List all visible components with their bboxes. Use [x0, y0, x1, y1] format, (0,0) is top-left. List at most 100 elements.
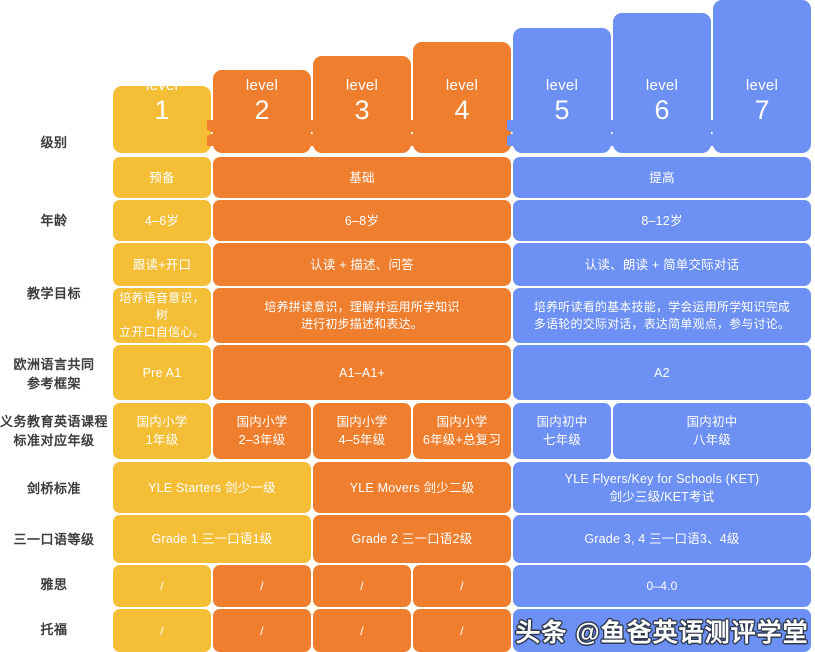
cell-cambridge-2: YLE Flyers/Key for Schools (KET) 剑少三级/KET… — [513, 462, 811, 513]
cell-text: / — [460, 579, 464, 593]
row-label-line: 标准对应年级 — [13, 433, 95, 448]
level-card-text: level 7 — [713, 77, 811, 125]
level-number: 6 — [654, 95, 670, 125]
cell-text-line1: 培养听读看的基本技能，学会运用所学知识完成 — [533, 299, 791, 314]
level-number: 3 — [354, 95, 370, 125]
cell-cefr-0: Pre A1 — [113, 345, 211, 400]
level-card-text: level 5 — [513, 77, 611, 125]
cell-text: A2 — [654, 365, 670, 380]
level-card-7[interactable]: level 7 — [713, 0, 811, 153]
cell-goal-long-0: 培养语音意识，树立开口自信心。 — [113, 288, 211, 343]
cell-text-line2: 剑少三级/KET考试 — [609, 489, 715, 504]
level-number: 1 — [154, 95, 170, 125]
cell-text: / — [460, 623, 464, 638]
row-label-ya-si: 雅思 — [0, 575, 108, 594]
cell-grade-0: 国内小学 1年级 — [113, 403, 211, 459]
cell-text-line2: 6年级+总复习 — [422, 433, 502, 447]
cell-grade-2: 国内小学 4–5年级 — [313, 403, 411, 459]
level-word: level — [245, 77, 279, 94]
chevron-connector-icon — [207, 120, 216, 146]
cell-text: Grade 3, 4 三一口语3、4级 — [584, 532, 740, 546]
cell-text-line1: 国内小学 — [136, 415, 188, 429]
level-card-text: level 6 — [613, 77, 711, 125]
cell-text-line1: 国内小学 — [336, 415, 388, 429]
level-number: 2 — [254, 95, 270, 125]
cell-text-line2: 进行初步描述和表达。 — [300, 316, 423, 331]
cell-ielts-4: 0–4.0 — [513, 565, 811, 607]
level-number: 5 — [554, 95, 570, 125]
level-card-3[interactable]: level 3 — [313, 56, 411, 153]
row-label-jiao-xue-mu-biao: 教学目标 — [0, 284, 108, 303]
cell-grade-3: 国内小学 6年级+总复习 — [413, 403, 511, 459]
chevron-connector-icon — [707, 120, 716, 146]
row-label-line: 义务教育英语课程 — [0, 414, 109, 429]
cell-toefl-0: / — [113, 609, 211, 652]
cell-text-line1: 培养语音意识，树 — [119, 291, 205, 322]
cell-cefr-1: A1–A1+ — [213, 345, 511, 400]
row-label-san-yi: 三一口语等级 — [0, 530, 108, 549]
row-label-yi-wu-1: 义务教育英语课程 标准对应年级 — [0, 412, 108, 450]
cell-goal-long-2: 培养听读看的基本技能，学会运用所学知识完成 多语轮的交际对话，表达简单观点，参与讨… — [513, 288, 811, 343]
level-card-6[interactable]: level 6 — [613, 13, 711, 153]
level-comparison-chart: 级别 年龄 教学目标 欧洲语言共同 参考框架 义务教育英语课程 标准对应年级 剑桥标准 三一口语… — [0, 0, 815, 652]
cell-text: 预备 — [149, 170, 175, 185]
row-label-line: 剑桥标准 — [26, 481, 81, 496]
chevron-connector-icon — [507, 120, 516, 146]
cell-goal-short-0: 跟读+开口 — [113, 243, 211, 286]
level-card-text: level 4 — [413, 77, 511, 125]
cell-text: 0–4.0 — [646, 579, 678, 593]
cell-cambridge-0: YLE Starters 剑少一级 — [113, 462, 311, 513]
cell-cefr-2: A2 — [513, 345, 811, 400]
cell-goal-short-1: 认读 + 描述、问答 — [213, 243, 511, 286]
cell-text: / — [260, 623, 264, 638]
cell-text-line2: 八年级 — [692, 433, 732, 447]
cell-text: / — [160, 623, 164, 638]
row-label-line: 级别 — [40, 135, 68, 150]
cell-ielts-1: / — [213, 565, 311, 607]
cell-ielts-2: / — [313, 565, 411, 607]
level-card-text: level 3 — [313, 77, 411, 125]
level-card-2[interactable]: level 2 — [213, 70, 311, 153]
cell-toefl-1: / — [213, 609, 311, 652]
cell-text: 认读 + 描述、问答 — [310, 257, 414, 272]
cell-text-line2: 多语轮的交际对话，表达简单观点，参与讨论。 — [533, 316, 791, 331]
cell-text-line2: 七年级 — [542, 433, 582, 447]
row-label-ou-zhou-1: 欧洲语言共同 参考框架 — [0, 355, 108, 393]
cell-text: 4–6岁 — [144, 213, 180, 228]
cell-grade-1: 国内小学 2–3年级 — [213, 403, 311, 459]
level-card-1[interactable]: level1 — [113, 86, 211, 153]
cell-stage-2: 提高 — [513, 157, 811, 198]
row-label-line: 托福 — [40, 622, 68, 637]
level-word: level — [445, 77, 479, 94]
cell-age-0: 4–6岁 — [113, 200, 211, 241]
cell-text-line1: 国内初中 — [686, 415, 738, 429]
level-number: 4 — [454, 95, 470, 125]
row-label-line: 雅思 — [40, 577, 68, 592]
cell-text: 6–8岁 — [344, 213, 380, 228]
chevron-connector-icon — [307, 120, 316, 146]
cell-text: / — [160, 579, 164, 593]
cell-text-line2: 4–5年级 — [338, 433, 386, 447]
row-label-line: 欧洲语言共同 — [13, 357, 95, 372]
cell-text-line2: 立开口自信心。 — [119, 325, 205, 339]
level-card-4[interactable]: level 4 — [413, 42, 511, 153]
cell-text: / — [360, 579, 364, 593]
cell-text: Grade 2 三一口语2级 — [351, 532, 473, 546]
cell-text: 认读、朗读 + 简单交际对话 — [584, 257, 740, 272]
chevron-connector-icon — [407, 120, 416, 146]
cell-text-line2: 1年级 — [145, 433, 179, 447]
cell-text-line1: 国内小学 — [236, 415, 288, 429]
cell-text-line1: YLE Flyers/Key for Schools (KET) — [564, 471, 760, 486]
cell-stage-1: 基础 — [213, 157, 511, 198]
cell-text: 跟读+开口 — [132, 257, 192, 272]
cell-age-2: 8–12岁 — [513, 200, 811, 241]
row-label-line: 参考框架 — [26, 376, 81, 391]
cell-text-line1: YLE Starters 剑少一级 — [148, 480, 276, 495]
level-card-5[interactable]: level 5 — [513, 28, 611, 153]
cell-text-line1: 培养拼读意识，理解并运用所学知识 — [264, 299, 460, 314]
cell-text: 基础 — [349, 170, 375, 185]
cell-ielts-3: / — [413, 565, 511, 607]
row-label-jian-qiao: 剑桥标准 — [0, 479, 108, 498]
cell-text: / — [260, 579, 264, 593]
cell-cambridge-1: YLE Movers 剑少二级 — [313, 462, 511, 513]
